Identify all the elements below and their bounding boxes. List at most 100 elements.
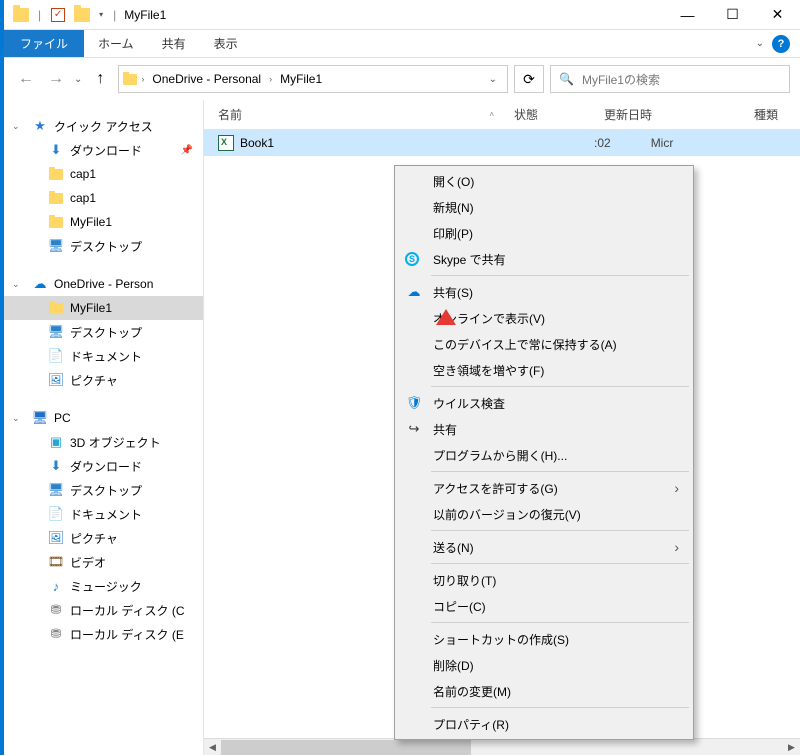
file-type: Micr [651, 136, 674, 150]
column-header-name[interactable]: 名前˄ [218, 106, 514, 123]
folder-icon [48, 214, 64, 230]
desktop-icon: 🖥 [48, 238, 64, 254]
nav-item-downloads[interactable]: ⬇ダウンロード📌 [4, 138, 203, 162]
ctx-print[interactable]: 印刷(P) [397, 220, 691, 246]
separator [431, 275, 689, 276]
ribbon-collapse-icon[interactable]: ⌄ [756, 38, 764, 49]
nav-item-folder[interactable]: MyFile1 [4, 210, 203, 234]
nav-item-3dobjects[interactable]: ▣3D オブジェクト [4, 430, 203, 454]
nav-item-pictures[interactable]: 🖼ピクチャ [4, 526, 203, 550]
refresh-button[interactable]: ⟳ [514, 65, 544, 93]
separator [431, 563, 689, 564]
ctx-open-with[interactable]: プログラムから開く(H)... [397, 442, 691, 468]
ctx-cut[interactable]: 切り取り(T) [397, 567, 691, 593]
scroll-thumb[interactable] [221, 740, 471, 755]
ctx-rename[interactable]: 名前の変更(M) [397, 678, 691, 704]
ctx-give-access[interactable]: アクセスを許可する(G)› [397, 475, 691, 501]
folder-icon [48, 190, 64, 206]
nav-onedrive[interactable]: ⌄☁OneDrive - Person [4, 272, 203, 296]
ctx-share[interactable]: ☁共有(S) [397, 279, 691, 305]
nav-item-documents[interactable]: 📄ドキュメント [4, 344, 203, 368]
nav-item-desktop[interactable]: 🖥デスクトップ [4, 478, 203, 502]
nav-item-desktop[interactable]: 🖥デスクトップ [4, 320, 203, 344]
ctx-create-shortcut[interactable]: ショートカットの作成(S) [397, 626, 691, 652]
navigation-bar: ← → ⌄ ↑ › OneDrive - Personal › MyFile1 … [4, 58, 800, 100]
breadcrumb-item[interactable]: MyFile1 [276, 72, 326, 86]
scroll-left-icon[interactable]: ◀ [204, 739, 221, 756]
ctx-virus-scan[interactable]: 🛡ウイルス検査 [397, 390, 691, 416]
ctx-skype-share[interactable]: SSkype で共有 [397, 246, 691, 272]
window-controls: — ☐ ✕ [665, 0, 800, 30]
up-button[interactable]: ↑ [88, 67, 112, 91]
sort-asc-icon: ˄ [489, 110, 494, 119]
ctx-copy[interactable]: コピー(C) [397, 593, 691, 619]
history-dropdown-icon[interactable]: ⌄ [74, 74, 82, 85]
pc-icon: 🖥 [32, 410, 48, 426]
properties-check-icon[interactable]: ✓ [47, 4, 69, 26]
search-input[interactable]: 🔍 MyFile1の検索 [550, 65, 790, 93]
nav-item-pictures[interactable]: 🖼ピクチャ [4, 368, 203, 392]
expand-icon[interactable]: ⌄ [12, 413, 22, 424]
ctx-new[interactable]: 新規(N) [397, 194, 691, 220]
desktop-icon: 🖥 [48, 324, 64, 340]
nav-item-downloads[interactable]: ⬇ダウンロード [4, 454, 203, 478]
tab-share[interactable]: 共有 [148, 30, 200, 57]
tab-file[interactable]: ファイル [4, 30, 84, 57]
nav-item-myfile1[interactable]: MyFile1 [4, 296, 203, 320]
nav-item-music[interactable]: ♪ミュージック [4, 574, 203, 598]
ctx-send-to[interactable]: 送る(N)› [397, 534, 691, 560]
maximize-button[interactable]: ☐ [710, 0, 755, 30]
folder-icon [123, 74, 137, 85]
qat: | ✓ ▾ | [4, 4, 120, 26]
document-icon: 📄 [48, 506, 64, 522]
ctx-always-keep[interactable]: このデバイス上で常に保持する(A) [397, 331, 691, 357]
address-bar[interactable]: › OneDrive - Personal › MyFile1 ⌄ [118, 65, 508, 93]
close-button[interactable]: ✕ [755, 0, 800, 30]
nav-item-videos[interactable]: 🎞ビデオ [4, 550, 203, 574]
tab-home[interactable]: ホーム [84, 30, 148, 57]
column-headers: 名前˄ 状態 更新日時 種類 [204, 100, 800, 130]
breadcrumb-item[interactable]: OneDrive - Personal [148, 72, 265, 86]
forward-button[interactable]: → [44, 67, 68, 91]
nav-quick-access[interactable]: ⌄★クイック アクセス [4, 114, 203, 138]
tab-view[interactable]: 表示 [200, 30, 252, 57]
help-icon[interactable]: ? [772, 35, 790, 53]
qat-dropdown-icon[interactable]: ▾ [95, 10, 107, 19]
ctx-free-space[interactable]: 空き領域を増やす(F) [397, 357, 691, 383]
column-header-status[interactable]: 状態 [514, 106, 604, 123]
column-header-type[interactable]: 種類 [754, 106, 800, 123]
separator [431, 471, 689, 472]
picture-icon: 🖼 [48, 530, 64, 546]
ctx-properties[interactable]: プロパティ(R) [397, 711, 691, 737]
chevron-right-icon[interactable]: › [141, 74, 144, 84]
expand-icon[interactable]: ⌄ [12, 121, 22, 132]
ctx-share2[interactable]: ↪共有 [397, 416, 691, 442]
submenu-arrow-icon: › [674, 480, 679, 496]
disk-icon: ⛃ [48, 602, 64, 618]
folder-icon [71, 4, 93, 26]
nav-item-desktop[interactable]: 🖥デスクトップ [4, 234, 203, 258]
ctx-open[interactable]: 開く(O) [397, 168, 691, 194]
star-icon: ★ [32, 118, 48, 134]
nav-pc[interactable]: ⌄🖥PC [4, 406, 203, 430]
nav-item-documents[interactable]: 📄ドキュメント [4, 502, 203, 526]
scroll-right-icon[interactable]: ▶ [783, 739, 800, 756]
ctx-delete[interactable]: 削除(D) [397, 652, 691, 678]
column-header-date[interactable]: 更新日時 [604, 106, 754, 123]
nav-item-folder[interactable]: cap1 [4, 186, 203, 210]
cube-icon: ▣ [48, 434, 64, 450]
nav-item-local-disk-e[interactable]: ⛃ローカル ディスク (E [4, 622, 203, 646]
address-dropdown-icon[interactable]: ⌄ [483, 74, 503, 85]
separator [431, 386, 689, 387]
ctx-restore-version[interactable]: 以前のバージョンの復元(V) [397, 501, 691, 527]
folder-icon [48, 166, 64, 182]
expand-icon[interactable]: ⌄ [12, 279, 22, 290]
navigation-pane: ⌄★クイック アクセス ⬇ダウンロード📌 cap1 cap1 MyFile1 🖥… [4, 100, 204, 755]
horizontal-scrollbar[interactable]: ◀ ▶ [204, 738, 800, 755]
chevron-right-icon[interactable]: › [269, 74, 272, 84]
nav-item-local-disk-c[interactable]: ⛃ローカル ディスク (C [4, 598, 203, 622]
back-button[interactable]: ← [14, 67, 38, 91]
nav-item-folder[interactable]: cap1 [4, 162, 203, 186]
file-row[interactable]: Book1 :02 Micr [204, 130, 800, 156]
minimize-button[interactable]: — [665, 0, 710, 30]
